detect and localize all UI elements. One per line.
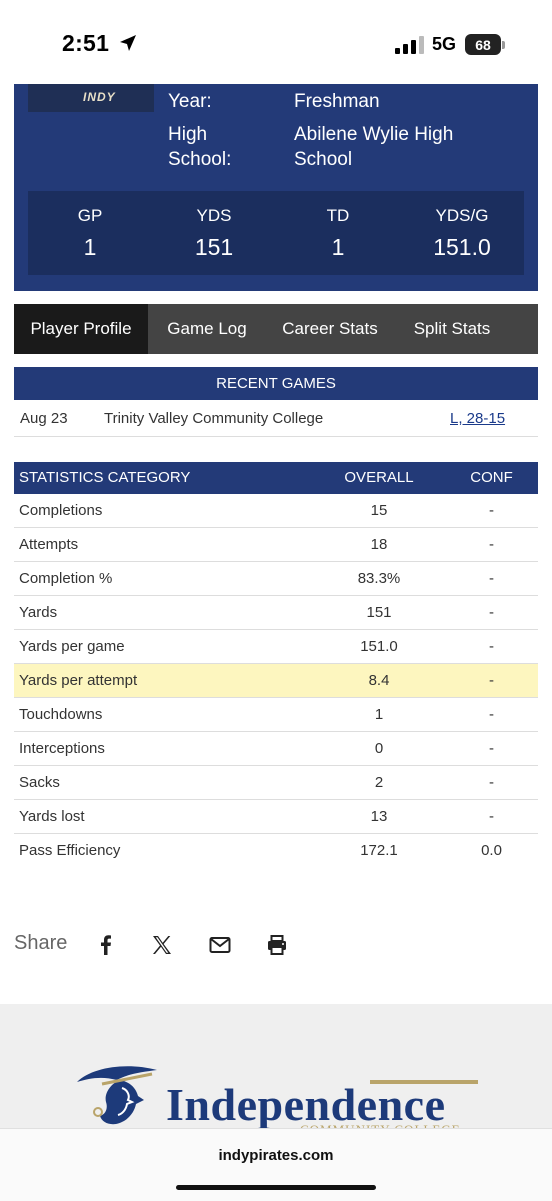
info-value-year: Freshman [294,91,380,112]
table-row: Pass Efficiency 172.1 0.0 [14,834,538,867]
stat-overall: 8.4 [368,672,390,689]
table-row: Touchdowns 1 - [14,698,538,732]
status-bar: 2:51 5G 68 [0,0,552,84]
table-row: Completion % 83.3% - [14,562,538,596]
location-arrow-icon [120,35,136,51]
home-indicator [176,1185,376,1190]
info-label-year: Year: [168,91,212,112]
stat-category: Attempts [19,536,79,553]
photo-jersey-text: INDY [83,90,116,104]
game-opponent: Trinity Valley Community College [104,410,324,427]
tab-player-profile[interactable]: Player Profile [14,304,148,354]
stat-label: YDS [196,206,232,225]
stat-overall: 1 [374,706,384,723]
stat-category: Interceptions [19,740,105,757]
stat-overall: 151.0 [360,638,398,655]
stat-category: Completion % [19,570,113,587]
table-row: Completions 15 - [14,494,538,528]
stat-category: Touchdowns [19,706,103,723]
stat-conf: - [489,808,494,825]
table-row: Sacks 2 - [14,766,538,800]
stat-overall: 2 [374,774,384,791]
stat-category: Yards per attempt [19,672,138,689]
battery-icon: 68 [465,34,501,55]
stat-category: Pass Efficiency [19,842,121,859]
table-row: Yards 151 - [14,596,538,630]
tab-split-stats[interactable]: Split Stats [394,304,510,354]
browser-address-bar[interactable]: indypirates.com [0,1128,552,1201]
stat-conf: - [489,740,494,757]
stat-conf: 0.0 [481,842,502,859]
email-icon[interactable] [208,933,232,957]
stat-conf: - [489,706,494,723]
stat-category: Yards [19,604,58,621]
info-label-high-school: High School: [168,124,232,170]
table-header: STATISTICS CATEGORY OVERALL CONF [14,462,538,494]
recent-game-row: Aug 23 Trinity Valley Community College … [14,400,538,437]
network-type: 5G [432,34,457,54]
status-time: 2:51 [62,30,110,56]
stat-conf: - [489,604,494,621]
stat-conf: - [489,570,494,587]
stat-category: Completions [19,502,103,519]
stat-overall: 83.3% [357,570,401,587]
facebook-icon[interactable] [94,933,118,957]
stat-category: Yards per game [19,638,125,655]
table-row: Yards lost 13 - [14,800,538,834]
stat-overall: 0 [374,740,384,757]
table-row: Yards per game 151.0 - [14,630,538,664]
stat-category: Sacks [19,774,60,791]
stat-overall: 151 [366,604,392,621]
pirate-logo-icon [77,1066,157,1125]
tab-career-stats[interactable]: Career Stats [266,304,394,354]
table-row: Attempts 18 - [14,528,538,562]
stat-overall: 172.1 [360,842,398,859]
profile-tabs: Player Profile Game Log Career Stats Spl… [14,304,538,354]
header-category: STATISTICS CATEGORY [19,469,191,486]
game-result-link[interactable]: L, 28-15 [450,410,505,427]
stat-value: 151.0 [433,234,491,260]
stat-overall: 18 [370,536,388,553]
url-text: indypirates.com [218,1147,334,1164]
stat-overall: 15 [370,502,388,519]
stat-conf: - [489,638,494,655]
stat-conf: - [489,672,494,689]
stat-category: Yards lost [19,808,85,825]
stat-conf: - [489,774,494,791]
stat-value: 1 [331,234,345,260]
stat-value: 1 [83,234,97,260]
share-label: Share [14,932,68,954]
table-row: Yards per attempt 8.4 - [14,664,538,698]
stat-overall: 13 [370,808,388,825]
stat-label: TD [326,206,350,225]
game-date: Aug 23 [20,410,68,427]
statistics-table: STATISTICS CATEGORY OVERALL CONF Complet… [14,462,538,867]
stat-value: 151 [194,234,234,260]
stat-td: TD 1 [276,205,400,263]
player-stats-summary: GP 1 YDS 151 TD 1 YDS/G 151.0 [28,191,524,275]
header-conf: CONF [470,469,513,486]
info-value-high-school: Abilene Wylie High School [294,124,454,170]
battery-tip [502,41,505,49]
stat-conf: - [489,536,494,553]
tab-game-log[interactable]: Game Log [148,304,266,354]
stat-label: YDS/G [435,206,489,225]
stat-yds-per-game: YDS/G 151.0 [400,205,524,263]
stat-conf: - [489,502,494,519]
recent-games-header: RECENT GAMES [14,367,538,400]
print-icon[interactable] [265,933,289,957]
signal-icon [395,36,424,54]
player-photo: INDY [28,84,154,112]
table-row: Interceptions 0 - [14,732,538,766]
player-header: INDY Year: Freshman High School: Abilene… [14,84,538,291]
header-overall: OVERALL [344,469,414,486]
x-icon[interactable] [150,933,174,957]
share-bar: Share [14,928,314,962]
stat-yds: YDS 151 [152,205,276,263]
stat-gp: GP 1 [28,205,152,263]
stat-label: GP [77,206,103,225]
